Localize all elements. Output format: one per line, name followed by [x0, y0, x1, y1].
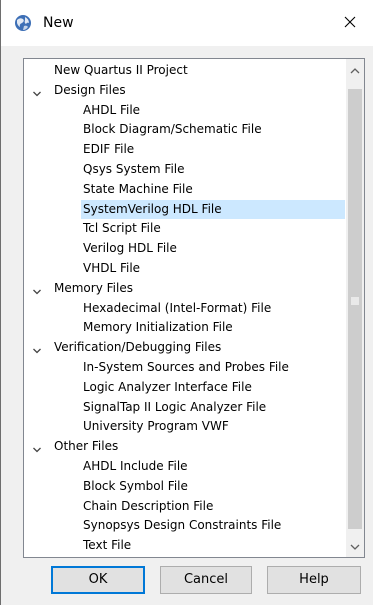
tree-item-row[interactable]: VHDL File — [24, 259, 345, 279]
chevron-down-icon[interactable] — [32, 86, 42, 97]
tree-item-row[interactable]: Tcl Script File — [24, 219, 345, 239]
tree-item-label: Verilog HDL File — [83, 241, 177, 256]
tree-item-label: Synopsys Design Constraints File — [83, 518, 282, 533]
tree-item-label: State Machine File — [83, 181, 193, 196]
tree-item-label: New Quartus II Project — [54, 63, 188, 77]
chevron-down-icon — [350, 539, 360, 553]
scroll-up-button[interactable] — [346, 61, 364, 79]
scroll-down-button[interactable] — [346, 537, 364, 555]
tree-item-row[interactable]: Verilog HDL File — [24, 239, 345, 259]
tree-item-label: Text File — [83, 538, 132, 553]
tree-item-label: Logic Analyzer Interface File — [83, 379, 252, 394]
tree-item-row[interactable]: Hexadecimal (Intel-Format) File — [24, 299, 345, 319]
quartus-globe-icon — [14, 14, 32, 32]
tree-item-row[interactable]: Text File — [24, 536, 345, 556]
tree-item-label: AHDL File — [83, 102, 141, 117]
scroll-thumb[interactable] — [348, 89, 362, 529]
tree-item-label: VHDL File — [83, 260, 141, 275]
window-title: New — [43, 15, 74, 31]
tree-item-row[interactable]: Chain Description File — [24, 497, 345, 517]
tree-item-label: AHDL Include File — [83, 458, 188, 473]
tree-item-row[interactable]: Qsys System File — [24, 160, 345, 180]
tree-item-row[interactable]: AHDL Include File — [24, 457, 345, 477]
tree-category-row[interactable]: New Quartus II Project — [24, 61, 345, 81]
tree-item-label: In-System Sources and Probes File — [83, 359, 289, 374]
tree-item-row[interactable]: Memory Initialization File — [24, 318, 345, 338]
close-icon — [344, 16, 356, 31]
chevron-up-icon — [350, 63, 360, 77]
tree-item-label: Block Diagram/Schematic File — [83, 122, 262, 137]
tree-item-label: SystemVerilog HDL File — [81, 199, 345, 220]
tree-item-row[interactable]: SignalTap II Logic Analyzer File — [24, 398, 345, 418]
close-button[interactable] — [327, 0, 373, 46]
chevron-down-icon[interactable] — [32, 343, 42, 354]
tree-item-label: Qsys System File — [83, 161, 185, 176]
cancel-button[interactable]: Cancel — [160, 566, 252, 594]
tree-item-row[interactable]: SystemVerilog HDL File — [24, 199, 345, 220]
title-bar[interactable]: New — [1, 0, 373, 46]
tree-item-label: Memory Files — [54, 280, 133, 295]
tree-item-row[interactable]: Logic Analyzer Interface File — [24, 378, 345, 398]
tree-item-row[interactable]: State Machine File — [24, 180, 345, 200]
tree-category-row[interactable]: Verification/Debugging Files — [24, 338, 345, 358]
tree-item-label: Tcl Script File — [83, 221, 161, 236]
ok-button[interactable]: OK — [51, 566, 145, 594]
tree-content: New Quartus II Project Design Files AHDL F… — [24, 61, 345, 556]
tree-item-label: Other Files — [54, 439, 119, 454]
tree-item-row[interactable]: Synopsys Design Constraints File — [24, 516, 345, 536]
tree-item-label: Memory Initialization File — [83, 320, 233, 335]
tree-item-label: Block Symbol File — [83, 478, 188, 493]
help-button[interactable]: Help — [267, 566, 361, 594]
tree-item-label: Hexadecimal (Intel-Format) File — [83, 300, 272, 315]
tree-item-label: Chain Description File — [83, 498, 214, 513]
tree-item-row[interactable]: University Program VWF — [24, 417, 345, 437]
tree-category-row[interactable]: Other Files — [24, 437, 345, 457]
tree-item-label: SignalTap II Logic Analyzer File — [83, 399, 267, 414]
chevron-down-icon[interactable] — [32, 442, 42, 453]
tree-item-label: EDIF File — [83, 142, 135, 157]
tree-item-row[interactable]: Block Symbol File — [24, 477, 345, 497]
tree-item-row[interactable]: AHDL File — [24, 101, 345, 121]
tree-category-row[interactable]: Design Files — [24, 81, 345, 101]
tree-item-label: Verification/Debugging Files — [54, 340, 222, 355]
tree-item-row[interactable]: Block Diagram/Schematic File — [24, 120, 345, 140]
scroll-grip — [351, 297, 359, 305]
tree-category-row[interactable]: Memory Files — [24, 279, 345, 299]
vertical-scrollbar[interactable] — [345, 59, 364, 557]
tree-item-row[interactable]: EDIF File — [24, 140, 345, 160]
file-type-tree[interactable]: New Quartus II Project Design Files AHDL F… — [23, 58, 365, 558]
tree-item-label: Design Files — [54, 82, 126, 97]
chevron-down-icon[interactable] — [32, 284, 42, 295]
tree-item-row[interactable]: In-System Sources and Probes File — [24, 358, 345, 378]
new-dialog: New New Quartus II Project Design Files AH… — [0, 0, 373, 605]
scroll-track[interactable] — [346, 81, 364, 535]
tree-item-label: University Program VWF — [83, 419, 229, 434]
